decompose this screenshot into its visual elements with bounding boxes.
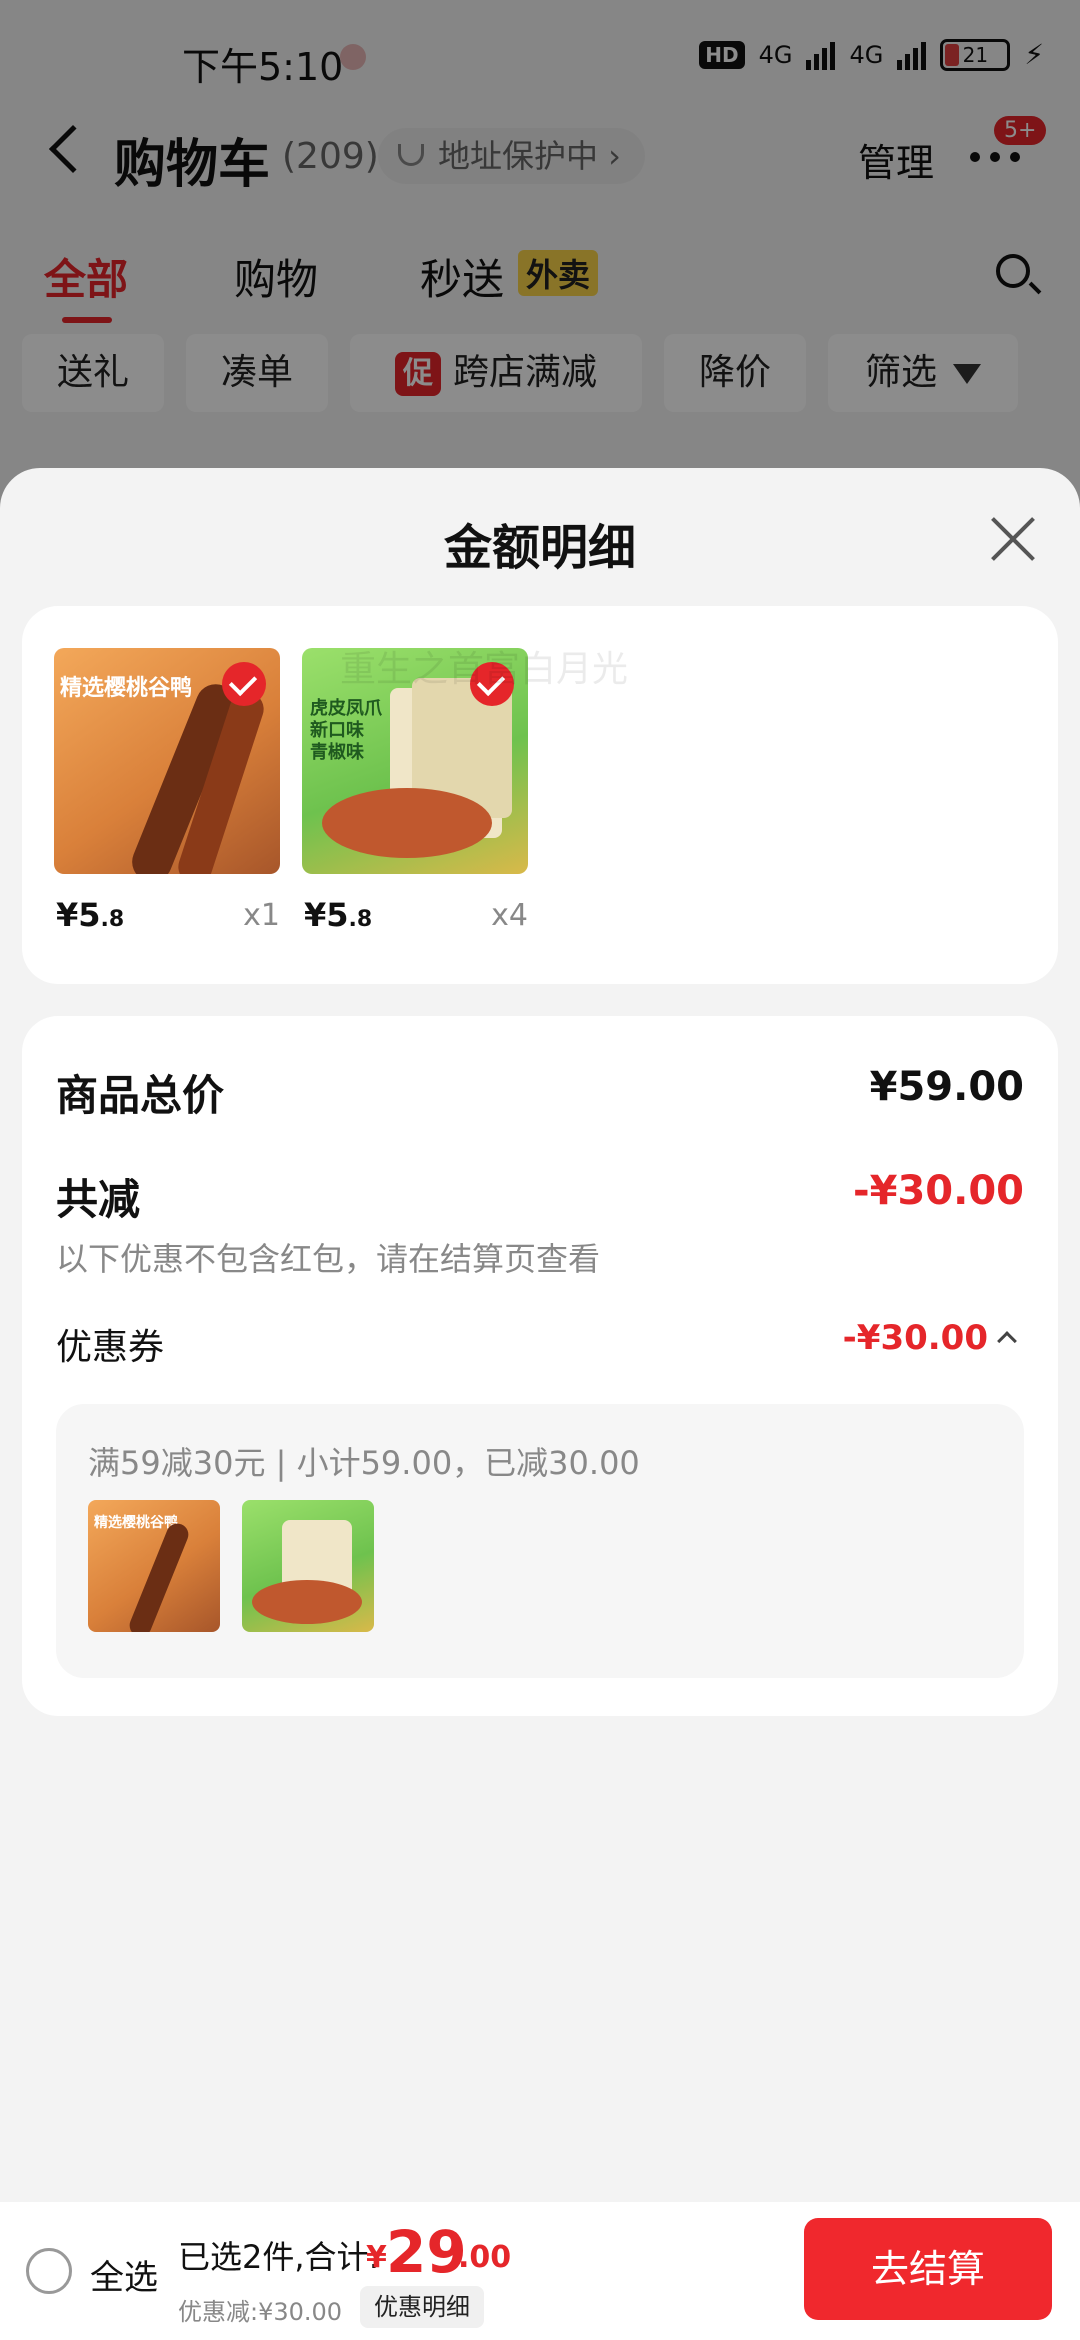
product-image-title: 虎皮凤爪 新口味 青椒味 <box>310 698 382 763</box>
product-item[interactable]: 精选樱桃谷鸭 ¥5.8 x1 <box>54 648 280 934</box>
product-price: ¥5.8 <box>304 896 373 934</box>
price-summary-card: 商品总价 ¥59.00 共减 -¥30.00 以下优惠不包含红包，请在结算页查看… <box>22 1016 1058 1716</box>
product-qty: x4 <box>491 898 528 933</box>
checkout-button[interactable]: 去结算 <box>804 2218 1052 2320</box>
modal-overlay[interactable] <box>0 0 1080 520</box>
coupon-product-thumb <box>242 1500 374 1632</box>
total-amount: 29 <box>386 2218 467 2286</box>
chevron-up-icon[interactable] <box>997 1331 1017 1351</box>
product-image-title: 精选樱桃谷鸭 <box>94 1515 178 1531</box>
product-price: ¥5.8 <box>56 896 125 934</box>
coupon-label: 优惠券 <box>56 1327 165 1368</box>
discount-summary: 优惠减:¥30.00 <box>178 2298 343 2326</box>
selected-summary: 已选2件,合计: <box>178 2238 380 2276</box>
discount-detail-button[interactable]: 优惠明细 <box>360 2286 484 2328</box>
goods-total-value: ¥59.00 <box>869 1064 1024 1110</box>
product-image-title: 精选樱桃谷鸭 <box>60 676 193 701</box>
reduce-value: -¥30.00 <box>853 1168 1024 1214</box>
amount-detail-sheet: 金额明细 精选樱桃谷鸭 ¥5.8 x1 虎皮凤爪 新口味 青椒味 ¥5.8 x4… <box>0 468 1080 2340</box>
total-decimal: .00 <box>458 2240 512 2275</box>
checked-icon[interactable] <box>222 662 266 706</box>
coupon-value[interactable]: -¥30.00 <box>843 1318 988 1358</box>
product-image: 精选樱桃谷鸭 <box>54 648 280 874</box>
total-currency: ¥ <box>366 2240 387 2275</box>
sheet-title: 金额明细 <box>443 520 636 576</box>
product-qty: x1 <box>243 898 280 933</box>
select-all-label[interactable]: 全选 <box>90 2250 158 2299</box>
coupon-detail-box: 满59减30元 | 小计59.00，已减30.00 精选樱桃谷鸭 <box>56 1404 1024 1678</box>
watermark-text: 重生之首富白月光 <box>340 649 629 690</box>
select-all-radio[interactable] <box>26 2248 72 2294</box>
checkout-bar: 全选 已选2件,合计: ¥ 29 .00 优惠减:¥30.00 优惠明细 去结算 <box>0 2202 1080 2340</box>
coupon-product-thumb: 精选樱桃谷鸭 <box>88 1500 220 1632</box>
reduce-label: 共减 <box>56 1175 141 1224</box>
close-icon[interactable] <box>988 514 1038 564</box>
coupon-description: 满59减30元 | 小计59.00，已减30.00 <box>88 1444 640 1482</box>
goods-total-label: 商品总价 <box>56 1071 225 1120</box>
discount-note: 以下优惠不包含红包，请在结算页查看 <box>56 1240 601 1278</box>
